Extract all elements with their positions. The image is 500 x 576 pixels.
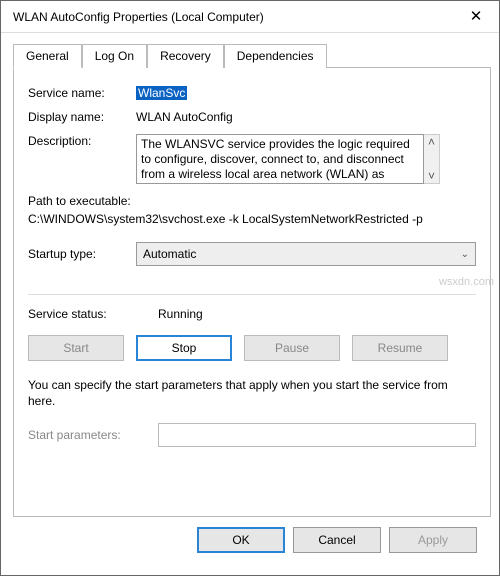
chevron-down-icon: ⌄ bbox=[461, 249, 469, 260]
chevron-down-icon[interactable]: ˅ bbox=[428, 169, 435, 183]
tab-recovery[interactable]: Recovery bbox=[147, 44, 224, 68]
startup-type-select[interactable]: Automatic ⌄ bbox=[136, 242, 476, 266]
separator bbox=[28, 294, 476, 295]
value-service-status: Running bbox=[158, 307, 203, 321]
pause-button: Pause bbox=[244, 335, 340, 361]
tab-strip: General Log On Recovery Dependencies bbox=[13, 43, 491, 68]
close-icon[interactable]: ✕ bbox=[453, 9, 499, 24]
label-start-params: Start parameters: bbox=[28, 428, 158, 442]
value-display-name: WLAN AutoConfig bbox=[136, 110, 476, 124]
value-description[interactable]: The WLANSVC service provides the logic r… bbox=[136, 134, 424, 184]
apply-button: Apply bbox=[389, 527, 477, 553]
content: General Log On Recovery Dependencies Ser… bbox=[1, 33, 499, 575]
value-path: C:\WINDOWS\system32\svchost.exe -k Local… bbox=[28, 212, 476, 226]
label-service-name: Service name: bbox=[28, 86, 136, 100]
resume-button: Resume bbox=[352, 335, 448, 361]
description-scrollbar[interactable]: ˄˅ bbox=[424, 134, 440, 184]
window-title: WLAN AutoConfig Properties (Local Comput… bbox=[13, 10, 264, 24]
label-description: Description: bbox=[28, 134, 136, 148]
tab-logon[interactable]: Log On bbox=[82, 44, 147, 68]
dialog-footer: OK Cancel Apply bbox=[13, 517, 491, 567]
label-path: Path to executable: bbox=[28, 194, 476, 208]
tab-general[interactable]: General bbox=[13, 44, 82, 68]
label-display-name: Display name: bbox=[28, 110, 136, 124]
start-params-input bbox=[158, 423, 476, 447]
chevron-up-icon[interactable]: ˄ bbox=[428, 135, 435, 149]
ok-button[interactable]: OK bbox=[197, 527, 285, 553]
cancel-button[interactable]: Cancel bbox=[293, 527, 381, 553]
note-text: You can specify the start parameters tha… bbox=[28, 377, 476, 409]
stop-button[interactable]: Stop bbox=[136, 335, 232, 361]
titlebar: WLAN AutoConfig Properties (Local Comput… bbox=[1, 1, 499, 33]
start-button: Start bbox=[28, 335, 124, 361]
label-startup-type: Startup type: bbox=[28, 247, 136, 261]
tab-panel-general: Service name: WlanSvc Display name: WLAN… bbox=[13, 68, 491, 517]
label-service-status: Service status: bbox=[28, 307, 158, 321]
value-service-name[interactable]: WlanSvc bbox=[136, 86, 187, 100]
tab-dependencies[interactable]: Dependencies bbox=[224, 44, 327, 68]
startup-type-value: Automatic bbox=[143, 247, 196, 261]
